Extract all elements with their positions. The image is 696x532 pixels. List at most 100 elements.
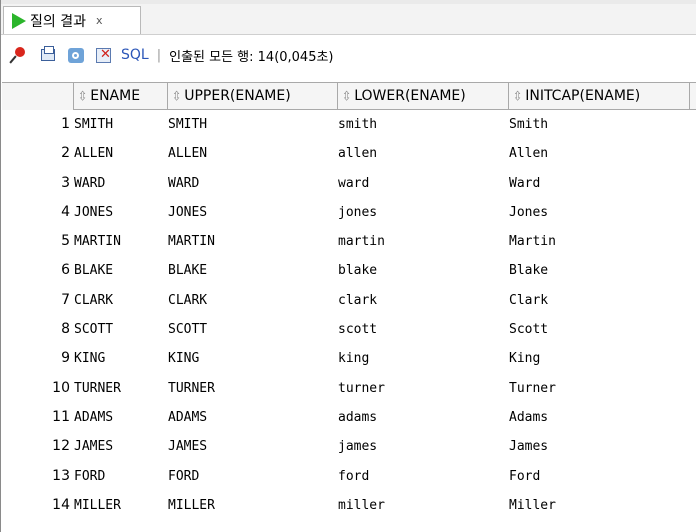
table-row[interactable]: 4 JONES JONES jones Jones bbox=[2, 198, 696, 227]
table-row[interactable]: 13 FORD FORD ford Ford bbox=[2, 462, 696, 491]
tab-query-result[interactable]: 질의 결과 x bbox=[3, 6, 141, 34]
cell-lower[interactable]: ward bbox=[336, 169, 507, 198]
row-number: 7 bbox=[61, 291, 70, 308]
table-row[interactable]: 10 TURNER TURNER turner Turner bbox=[2, 374, 696, 403]
cell-upper[interactable]: ALLEN bbox=[166, 139, 336, 168]
sort-icon: ⇳ bbox=[78, 88, 88, 105]
cell-ename[interactable]: KING bbox=[72, 344, 168, 373]
cell-ename[interactable]: MILLER bbox=[72, 491, 168, 520]
cell-initcap[interactable]: Clark bbox=[507, 286, 688, 315]
pin-icon[interactable] bbox=[11, 46, 29, 64]
cell-lower[interactable]: allen bbox=[336, 139, 507, 168]
table-row[interactable]: 5 MARTIN MARTIN martin Martin bbox=[2, 227, 696, 256]
row-number: 8 bbox=[61, 321, 70, 338]
sort-icon: ⇳ bbox=[513, 88, 523, 105]
column-header-ename[interactable]: ⇳ ENAME bbox=[74, 83, 168, 110]
cell-upper[interactable]: MARTIN bbox=[166, 227, 336, 256]
cell-upper[interactable]: SMITH bbox=[166, 110, 336, 139]
cell-lower[interactable]: blake bbox=[336, 256, 507, 285]
row-number: 6 bbox=[61, 262, 70, 279]
cell-initcap[interactable]: Blake bbox=[507, 256, 688, 285]
column-header-lower[interactable]: ⇳ LOWER(ENAME) bbox=[338, 83, 509, 110]
column-header-initcap[interactable]: ⇳ INITCAP(ENAME) bbox=[509, 83, 690, 110]
table-row[interactable]: 6 BLAKE BLAKE blake Blake bbox=[2, 256, 696, 285]
refresh-icon[interactable] bbox=[67, 46, 85, 64]
cell-initcap[interactable]: Scott bbox=[507, 315, 688, 344]
table-row[interactable]: 8 SCOTT SCOTT scott Scott bbox=[2, 315, 696, 344]
table-row[interactable]: 9 KING KING king King bbox=[2, 344, 696, 373]
row-number: 3 bbox=[61, 174, 70, 191]
table-row[interactable]: 12 JAMES JAMES james James bbox=[2, 432, 696, 461]
grid-header: ⇳ ENAME ⇳ UPPER(ENAME) ⇳ LOWER(ENAME) ⇳ INIT… bbox=[2, 82, 696, 110]
row-number: 14 bbox=[52, 496, 70, 513]
cell-upper[interactable]: KING bbox=[166, 344, 336, 373]
cell-lower[interactable]: turner bbox=[336, 374, 507, 403]
result-grid: ⇳ ENAME ⇳ UPPER(ENAME) ⇳ LOWER(ENAME) ⇳ INIT… bbox=[2, 82, 696, 532]
tab-strip: 질의 결과 x bbox=[1, 4, 696, 35]
cell-upper[interactable]: FORD bbox=[166, 462, 336, 491]
sql-button[interactable]: SQL bbox=[121, 47, 149, 63]
cell-ename[interactable]: CLARK bbox=[72, 286, 168, 315]
cell-ename[interactable]: SCOTT bbox=[72, 315, 168, 344]
cell-ename[interactable]: MARTIN bbox=[72, 227, 168, 256]
table-row[interactable]: 3 WARD WARD ward Ward bbox=[2, 169, 696, 198]
cell-ename[interactable]: JONES bbox=[72, 198, 168, 227]
table-row[interactable]: 2 ALLEN ALLEN allen Allen bbox=[2, 139, 696, 168]
cell-initcap[interactable]: Smith bbox=[507, 110, 688, 139]
row-number: 1 bbox=[61, 116, 70, 132]
table-row[interactable]: 14 MILLER MILLER miller Miller bbox=[2, 491, 696, 520]
column-header-label: INITCAP(ENAME) bbox=[525, 88, 641, 104]
cell-lower[interactable]: james bbox=[336, 432, 507, 461]
run-arrow-icon bbox=[12, 12, 26, 29]
cell-initcap[interactable]: Allen bbox=[507, 139, 688, 168]
cell-lower[interactable]: jones bbox=[336, 198, 507, 227]
cell-ename[interactable]: FORD bbox=[72, 462, 168, 491]
cell-ename[interactable]: ALLEN bbox=[72, 139, 168, 168]
cell-upper[interactable]: SCOTT bbox=[166, 315, 336, 344]
cell-initcap[interactable]: Turner bbox=[507, 374, 688, 403]
cell-initcap[interactable]: Jones bbox=[507, 198, 688, 227]
grid-body: 1 SMITH SMITH smith Smith 2 ALLEN ALLEN allen Al… bbox=[2, 110, 696, 520]
cell-lower[interactable]: king bbox=[336, 344, 507, 373]
cell-initcap[interactable]: Ward bbox=[507, 169, 688, 198]
row-number: 12 bbox=[52, 438, 70, 455]
cell-ename[interactable]: BLAKE bbox=[72, 256, 168, 285]
export-icon[interactable] bbox=[95, 46, 113, 64]
column-header-upper[interactable]: ⇳ UPPER(ENAME) bbox=[168, 83, 338, 110]
cell-upper[interactable]: TURNER bbox=[166, 374, 336, 403]
cell-initcap[interactable]: James bbox=[507, 432, 688, 461]
cell-lower[interactable]: miller bbox=[336, 491, 507, 520]
print-icon[interactable] bbox=[39, 46, 57, 64]
cell-upper[interactable]: WARD bbox=[166, 169, 336, 198]
cell-upper[interactable]: CLARK bbox=[166, 286, 336, 315]
cell-lower[interactable]: scott bbox=[336, 315, 507, 344]
cell-lower[interactable]: clark bbox=[336, 286, 507, 315]
cell-ename[interactable]: SMITH bbox=[72, 110, 168, 139]
cell-upper[interactable]: JONES bbox=[166, 198, 336, 227]
table-row[interactable]: 11 ADAMS ADAMS adams Adams bbox=[2, 403, 696, 432]
cell-ename[interactable]: ADAMS bbox=[72, 403, 168, 432]
cell-upper[interactable]: ADAMS bbox=[166, 403, 336, 432]
sort-icon: ⇳ bbox=[342, 88, 352, 105]
cell-upper[interactable]: JAMES bbox=[166, 432, 336, 461]
cell-ename[interactable]: TURNER bbox=[72, 374, 168, 403]
cell-lower[interactable]: smith bbox=[336, 110, 507, 139]
cell-initcap[interactable]: King bbox=[507, 344, 688, 373]
cell-ename[interactable]: WARD bbox=[72, 169, 168, 198]
cell-initcap[interactable]: Martin bbox=[507, 227, 688, 256]
cell-initcap[interactable]: Miller bbox=[507, 491, 688, 520]
cell-initcap[interactable]: Ford bbox=[507, 462, 688, 491]
row-number: 9 bbox=[61, 350, 70, 367]
cell-lower[interactable]: adams bbox=[336, 403, 507, 432]
table-row[interactable]: 7 CLARK CLARK clark Clark bbox=[2, 286, 696, 315]
table-row[interactable]: 1 SMITH SMITH smith Smith bbox=[2, 110, 696, 139]
tab-label: 질의 결과 bbox=[30, 13, 86, 30]
cell-upper[interactable]: MILLER bbox=[166, 491, 336, 520]
cell-lower[interactable]: martin bbox=[336, 227, 507, 256]
close-icon[interactable]: x bbox=[96, 14, 103, 27]
cell-upper[interactable]: BLAKE bbox=[166, 256, 336, 285]
row-number: 4 bbox=[61, 203, 70, 220]
cell-initcap[interactable]: Adams bbox=[507, 403, 688, 432]
cell-lower[interactable]: ford bbox=[336, 462, 507, 491]
cell-ename[interactable]: JAMES bbox=[72, 432, 168, 461]
